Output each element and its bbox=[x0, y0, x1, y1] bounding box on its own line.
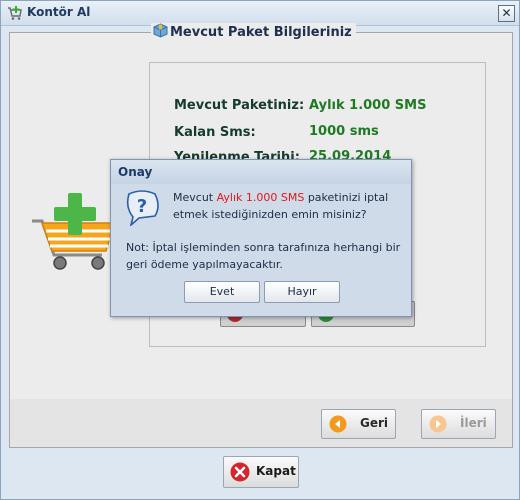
next-label: İleri bbox=[460, 416, 487, 430]
current-package-label: Mevcut Paketiniz: bbox=[174, 98, 305, 113]
arrow-left-icon bbox=[329, 415, 347, 433]
svg-text:?: ? bbox=[137, 196, 147, 217]
package-icon bbox=[153, 23, 168, 38]
remaining-sms-label: Kalan Sms: bbox=[174, 125, 256, 140]
package-info-title: Mevcut Paket Bilgileriniz bbox=[151, 23, 356, 40]
close-button[interactable]: Kapat bbox=[223, 456, 299, 488]
package-info-title-text: Mevcut Paket Bilgileriniz bbox=[170, 25, 352, 40]
question-icon: ? bbox=[126, 190, 159, 226]
back-label: Geri bbox=[360, 416, 389, 430]
no-button[interactable]: Hayır bbox=[264, 281, 340, 303]
dialog-message: Mevcut Aylık 1.000 SMS paketinizi iptal … bbox=[173, 189, 403, 223]
message-package: Aylık 1.000 SMS bbox=[216, 191, 305, 204]
back-button[interactable]: Geri bbox=[321, 409, 396, 439]
next-button[interactable]: İleri bbox=[421, 409, 496, 439]
remaining-sms-value: 1000 sms bbox=[309, 124, 379, 139]
arrow-right-icon bbox=[429, 415, 447, 433]
yes-button[interactable]: Evet bbox=[184, 281, 260, 303]
window-close-button[interactable]: ✕ bbox=[498, 5, 515, 22]
navigation-bar: Geri İleri bbox=[9, 399, 513, 448]
current-package-value: Aylık 1.000 SMS bbox=[309, 98, 427, 113]
shopping-cart-add-icon bbox=[32, 193, 115, 270]
confirm-dialog: Onay ? Mevcut Aylık 1.000 SMS paketinizi… bbox=[110, 159, 412, 317]
dialog-title: Onay bbox=[118, 165, 153, 179]
close-label: Kapat bbox=[256, 464, 296, 478]
dialog-note: Not: İptal işleminden sonra tarafınıza h… bbox=[126, 241, 401, 271]
dialog-title-bar: Onay bbox=[111, 160, 411, 184]
window: Kontör Al ✕ Mevcut Paket Bilgileriniz Me… bbox=[0, 0, 520, 500]
message-prefix: Mevcut bbox=[173, 191, 217, 204]
window-title: Kontör Al bbox=[27, 5, 91, 19]
cart-title-icon bbox=[8, 6, 22, 20]
close-x-icon bbox=[230, 462, 250, 482]
